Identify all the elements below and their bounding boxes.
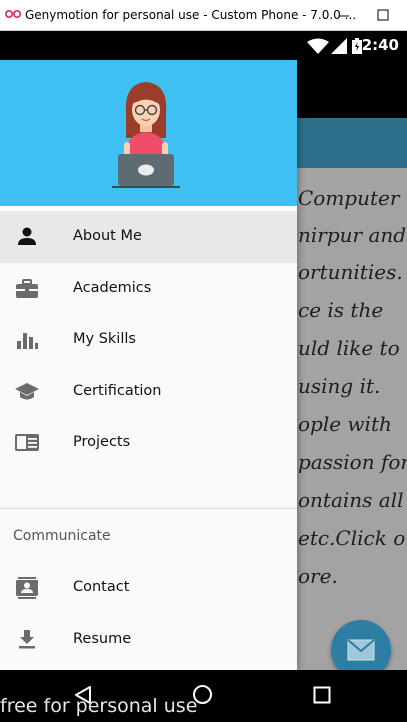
briefcase-icon — [16, 278, 38, 298]
signal-icon — [331, 38, 347, 54]
menu-item-label: My Skills — [73, 331, 136, 347]
section-title: Communicate — [13, 528, 111, 544]
watermark-text: free for personal use — [0, 695, 198, 717]
drawer-header — [0, 60, 297, 206]
navigation-drawer: About Me Academics My Skills Certificati… — [0, 60, 297, 670]
menu-divider — [0, 508, 297, 509]
battery-icon — [352, 38, 362, 54]
menu-item-about-me[interactable]: About Me — [0, 211, 297, 263]
genymotion-logo-icon — [5, 10, 21, 18]
bar-chart-icon — [17, 333, 38, 349]
mail-icon — [347, 639, 375, 661]
menu-item-label: Projects — [73, 434, 131, 450]
background-text-line: passion for — [298, 450, 407, 474]
window-titlebar: Genymotion for personal use - Custom Pho… — [0, 0, 407, 31]
menu-item-label: Resume — [73, 630, 132, 647]
book-icon — [15, 434, 39, 451]
communicate-menu: Contact Resume — [0, 562, 297, 665]
status-time: 2:40 — [361, 36, 399, 54]
background-text-line: nirpur and — [298, 223, 407, 247]
background-text-line: ople with — [298, 412, 392, 436]
menu-item-label: Academics — [73, 279, 152, 296]
background-text-line: Computer — [298, 186, 400, 210]
minimize-icon[interactable] — [331, 5, 357, 25]
developer-avatar-illustration — [112, 82, 180, 188]
background-text-line: ce is the — [298, 298, 384, 322]
menu-item-projects[interactable]: Projects — [0, 417, 297, 469]
maximize-icon[interactable] — [370, 5, 396, 25]
download-icon — [19, 629, 35, 648]
menu-item-contact[interactable]: Contact — [0, 562, 297, 614]
menu-item-label: About Me — [73, 228, 142, 244]
graduation-cap-icon — [15, 382, 39, 399]
menu-item-my-skills[interactable]: My Skills — [0, 314, 297, 366]
menu-item-label: Certification — [73, 382, 162, 399]
background-text-line: ore. — [298, 564, 338, 588]
person-icon — [18, 227, 36, 245]
menu-item-academics[interactable]: Academics — [0, 263, 297, 315]
background-text-line: uld like to — [298, 336, 400, 360]
menu-item-label: Contact — [73, 579, 130, 595]
menu-item-certification[interactable]: Certification — [0, 366, 297, 418]
window-title: Genymotion for personal use - Custom Pho… — [25, 8, 357, 22]
drawer-menu: About Me Academics My Skills Certificati… — [0, 211, 297, 469]
background-text-line: ontains all — [298, 488, 404, 512]
contact-card-icon — [16, 577, 38, 599]
recents-icon[interactable] — [313, 686, 331, 704]
background-text-line: ortunities. — [298, 260, 403, 284]
wifi-icon — [307, 38, 329, 54]
status-bar: 2:40 — [0, 31, 407, 60]
background-text-line: using it. — [298, 374, 381, 398]
phone-screen: 2:40 Computer nirpur and ortunities. ce … — [0, 31, 407, 670]
background-text-line: etc.Click on — [298, 526, 407, 550]
menu-item-resume[interactable]: Resume — [0, 614, 297, 666]
